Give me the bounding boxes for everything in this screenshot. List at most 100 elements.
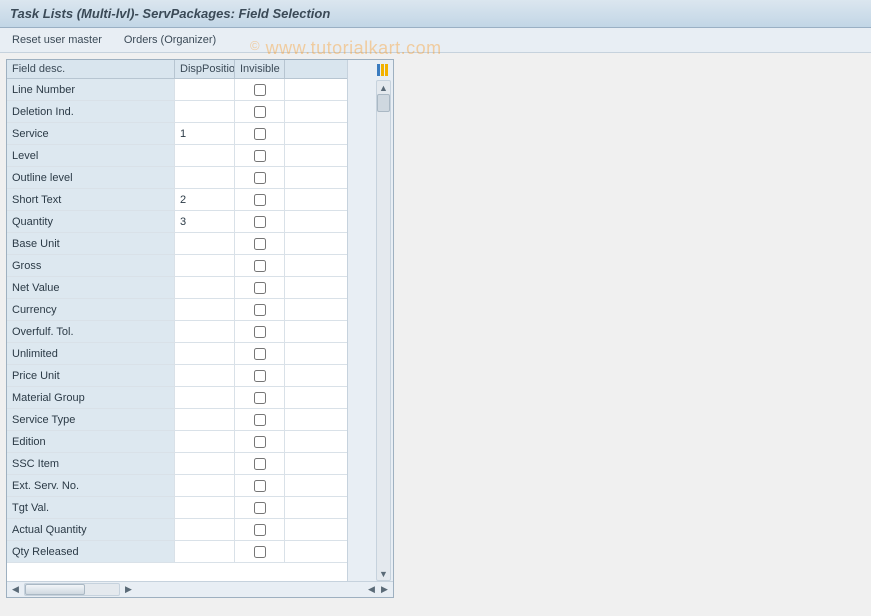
cell-disp-position[interactable] bbox=[175, 365, 235, 386]
cell-field-desc[interactable]: Material Group bbox=[7, 387, 175, 408]
invisible-checkbox[interactable] bbox=[254, 480, 266, 492]
invisible-checkbox[interactable] bbox=[254, 172, 266, 184]
cell-field-desc[interactable]: Line Number bbox=[7, 79, 175, 100]
cell-field-desc[interactable]: Edition bbox=[7, 431, 175, 452]
cell-disp-position[interactable] bbox=[175, 343, 235, 364]
scroll-left-end-icon[interactable]: ◀ bbox=[365, 583, 378, 596]
horizontal-scrollbar[interactable]: ◀ ▶ ◀ ▶ bbox=[7, 581, 393, 597]
table-row[interactable]: Gross bbox=[7, 255, 347, 277]
hscroll-thumb[interactable] bbox=[25, 584, 85, 595]
cell-field-desc[interactable]: Unlimited bbox=[7, 343, 175, 364]
invisible-checkbox[interactable] bbox=[254, 106, 266, 118]
cell-disp-position[interactable]: 2 bbox=[175, 189, 235, 210]
table-row[interactable]: Short Text2 bbox=[7, 189, 347, 211]
invisible-checkbox[interactable] bbox=[254, 546, 266, 558]
table-row[interactable]: SSC Item bbox=[7, 453, 347, 475]
scroll-right-end-icon[interactable]: ▶ bbox=[378, 583, 391, 596]
vertical-scrollbar[interactable]: ▲ ▼ bbox=[376, 80, 391, 581]
scroll-up-icon[interactable]: ▲ bbox=[377, 81, 390, 94]
table-row[interactable]: Line Number bbox=[7, 79, 347, 101]
vscroll-track[interactable] bbox=[377, 94, 390, 567]
table-row[interactable]: Ext. Serv. No. bbox=[7, 475, 347, 497]
cell-disp-position[interactable]: 1 bbox=[175, 123, 235, 144]
invisible-checkbox[interactable] bbox=[254, 128, 266, 140]
cell-field-desc[interactable]: Net Value bbox=[7, 277, 175, 298]
invisible-checkbox[interactable] bbox=[254, 326, 266, 338]
cell-disp-position[interactable] bbox=[175, 299, 235, 320]
cell-disp-position[interactable] bbox=[175, 475, 235, 496]
vscroll-thumb[interactable] bbox=[377, 94, 390, 112]
invisible-checkbox[interactable] bbox=[254, 260, 266, 272]
cell-field-desc[interactable]: SSC Item bbox=[7, 453, 175, 474]
cell-field-desc[interactable]: Short Text bbox=[7, 189, 175, 210]
header-field-desc[interactable]: Field desc. bbox=[7, 60, 175, 78]
table-row[interactable]: Outline level bbox=[7, 167, 347, 189]
table-row[interactable]: Currency bbox=[7, 299, 347, 321]
invisible-checkbox[interactable] bbox=[254, 348, 266, 360]
table-row[interactable]: Deletion Ind. bbox=[7, 101, 347, 123]
invisible-checkbox[interactable] bbox=[254, 304, 266, 316]
scroll-down-icon[interactable]: ▼ bbox=[377, 567, 390, 580]
table-row[interactable]: Unlimited bbox=[7, 343, 347, 365]
invisible-checkbox[interactable] bbox=[254, 436, 266, 448]
table-row[interactable]: Net Value bbox=[7, 277, 347, 299]
cell-disp-position[interactable] bbox=[175, 145, 235, 166]
table-row[interactable]: Level bbox=[7, 145, 347, 167]
cell-disp-position[interactable] bbox=[175, 409, 235, 430]
table-row[interactable]: Edition bbox=[7, 431, 347, 453]
hscroll-track-left[interactable] bbox=[24, 583, 120, 596]
table-row[interactable]: Price Unit bbox=[7, 365, 347, 387]
cell-field-desc[interactable]: Overfulf. Tol. bbox=[7, 321, 175, 342]
invisible-checkbox[interactable] bbox=[254, 458, 266, 470]
table-row[interactable]: Qty Released bbox=[7, 541, 347, 563]
invisible-checkbox[interactable] bbox=[254, 370, 266, 382]
cell-field-desc[interactable]: Qty Released bbox=[7, 541, 175, 562]
cell-field-desc[interactable]: Ext. Serv. No. bbox=[7, 475, 175, 496]
cell-field-desc[interactable]: Service bbox=[7, 123, 175, 144]
table-row[interactable]: Material Group bbox=[7, 387, 347, 409]
cell-disp-position[interactable] bbox=[175, 101, 235, 122]
cell-disp-position[interactable] bbox=[175, 233, 235, 254]
invisible-checkbox[interactable] bbox=[254, 414, 266, 426]
cell-disp-position[interactable] bbox=[175, 387, 235, 408]
cell-field-desc[interactable]: Service Type bbox=[7, 409, 175, 430]
cell-field-desc[interactable]: Quantity bbox=[7, 211, 175, 232]
invisible-checkbox[interactable] bbox=[254, 238, 266, 250]
cell-disp-position[interactable]: 3 bbox=[175, 211, 235, 232]
cell-field-desc[interactable]: Outline level bbox=[7, 167, 175, 188]
cell-field-desc[interactable]: Gross bbox=[7, 255, 175, 276]
invisible-checkbox[interactable] bbox=[254, 216, 266, 228]
scroll-left-icon[interactable]: ◀ bbox=[9, 583, 22, 596]
cell-disp-position[interactable] bbox=[175, 255, 235, 276]
table-row[interactable]: Actual Quantity bbox=[7, 519, 347, 541]
scroll-right-inner-icon[interactable]: ▶ bbox=[122, 583, 135, 596]
cell-disp-position[interactable] bbox=[175, 321, 235, 342]
invisible-checkbox[interactable] bbox=[254, 392, 266, 404]
cell-disp-position[interactable] bbox=[175, 79, 235, 100]
table-row[interactable]: Overfulf. Tol. bbox=[7, 321, 347, 343]
cell-field-desc[interactable]: Base Unit bbox=[7, 233, 175, 254]
cell-disp-position[interactable] bbox=[175, 453, 235, 474]
header-disp-position[interactable]: DispPosition bbox=[175, 60, 235, 78]
cell-disp-position[interactable] bbox=[175, 167, 235, 188]
invisible-checkbox[interactable] bbox=[254, 502, 266, 514]
cell-field-desc[interactable]: Actual Quantity bbox=[7, 519, 175, 540]
invisible-checkbox[interactable] bbox=[254, 524, 266, 536]
reset-user-master-button[interactable]: Reset user master bbox=[8, 32, 106, 48]
table-row[interactable]: Service Type bbox=[7, 409, 347, 431]
invisible-checkbox[interactable] bbox=[254, 84, 266, 96]
cell-field-desc[interactable]: Price Unit bbox=[7, 365, 175, 386]
invisible-checkbox[interactable] bbox=[254, 282, 266, 294]
cell-disp-position[interactable] bbox=[175, 497, 235, 518]
cell-disp-position[interactable] bbox=[175, 431, 235, 452]
cell-field-desc[interactable]: Deletion Ind. bbox=[7, 101, 175, 122]
invisible-checkbox[interactable] bbox=[254, 194, 266, 206]
header-invisible[interactable]: Invisible bbox=[235, 60, 285, 78]
table-row[interactable]: Service1 bbox=[7, 123, 347, 145]
cell-disp-position[interactable] bbox=[175, 277, 235, 298]
table-row[interactable]: Quantity3 bbox=[7, 211, 347, 233]
cell-disp-position[interactable] bbox=[175, 519, 235, 540]
table-row[interactable]: Tgt Val. bbox=[7, 497, 347, 519]
invisible-checkbox[interactable] bbox=[254, 150, 266, 162]
orders-organizer-button[interactable]: Orders (Organizer) bbox=[120, 32, 220, 48]
